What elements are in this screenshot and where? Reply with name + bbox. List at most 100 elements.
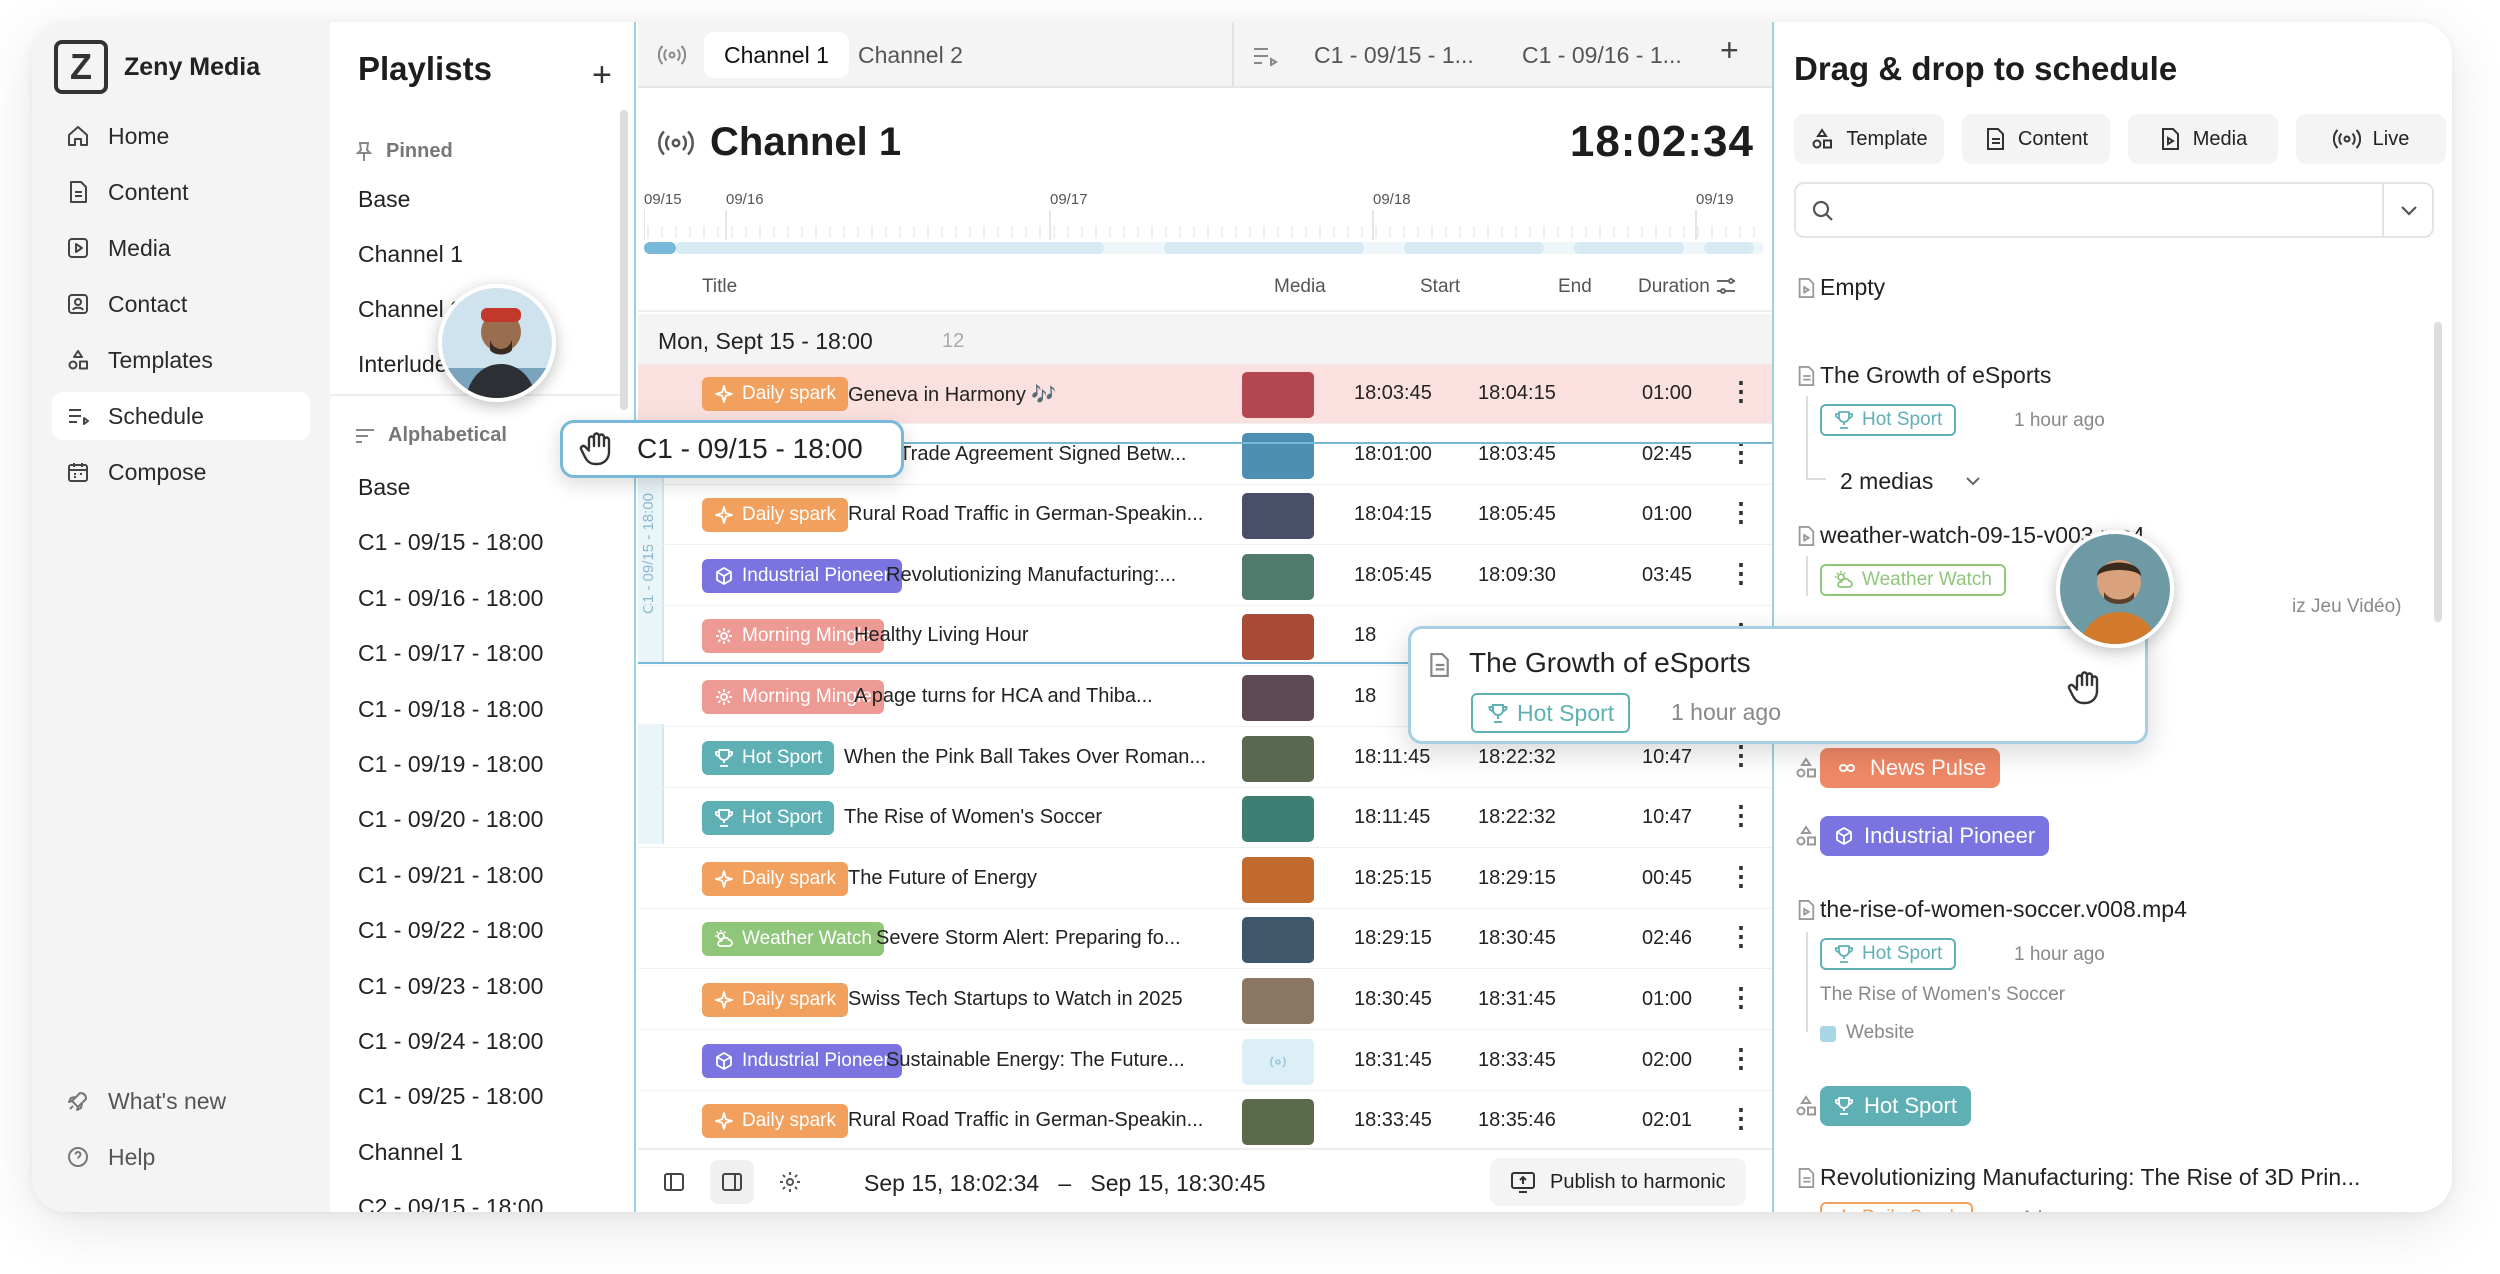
search-field[interactable] bbox=[1794, 182, 2434, 238]
filter-template-button[interactable]: Template bbox=[1794, 114, 1944, 164]
program-tag[interactable]: Industrial Pioneer bbox=[702, 1043, 902, 1078]
playlist-item[interactable]: C1 - 09/16 - 18:00 bbox=[358, 585, 543, 612]
col-duration[interactable]: Duration bbox=[1638, 276, 1710, 298]
media-thumbnail[interactable] bbox=[1242, 493, 1314, 540]
playlist-item[interactable]: C1 - 09/21 - 18:00 bbox=[358, 862, 543, 889]
table-row[interactable]: Industrial Pioneer Sustainable Energy: Th… bbox=[638, 1031, 1772, 1091]
item-industrial-tag[interactable]: Industrial Pioneer bbox=[1820, 816, 2050, 856]
playlist-item[interactable]: Channel 1 bbox=[358, 241, 463, 268]
publish-button[interactable]: Publish to harmonic bbox=[1490, 1158, 1746, 1206]
playlist-item[interactable]: C1 - 09/15 - 18:00 bbox=[358, 529, 543, 556]
media-thumbnail[interactable] bbox=[1242, 856, 1314, 903]
row-more-icon[interactable]: ⋮ bbox=[1728, 800, 1754, 831]
media-thumbnail[interactable] bbox=[1242, 917, 1314, 964]
item-empty[interactable]: Empty bbox=[1820, 274, 1885, 301]
filter-content-button[interactable]: Content bbox=[1962, 114, 2110, 164]
row-more-icon[interactable]: ⋮ bbox=[1728, 558, 1754, 589]
day-group-header[interactable]: Mon, Sept 15 - 18:00 12 bbox=[638, 314, 1772, 364]
dragged-content-card[interactable]: The Growth of eSports Hot Sport 1 hour a… bbox=[1408, 626, 2148, 744]
dragged-playlist-chip[interactable]: C1 - 09/15 - 18:00 bbox=[560, 420, 904, 478]
playlist-item[interactable]: C1 - 09/22 - 18:00 bbox=[358, 917, 543, 944]
program-tag[interactable]: Daily spark bbox=[702, 498, 848, 533]
row-more-icon[interactable]: ⋮ bbox=[1728, 740, 1754, 771]
media-thumbnail[interactable] bbox=[1242, 614, 1314, 661]
program-tag[interactable]: Daily spark bbox=[702, 983, 848, 1017]
row-more-icon[interactable]: ⋮ bbox=[1728, 1103, 1754, 1134]
timeline-segment[interactable] bbox=[676, 242, 1104, 254]
add-tab-button[interactable]: + bbox=[1720, 32, 1739, 69]
row-more-icon[interactable]: ⋮ bbox=[1728, 921, 1754, 952]
tab-channel-1[interactable]: Channel 1 bbox=[704, 32, 849, 78]
settings-gear-button[interactable] bbox=[768, 1160, 812, 1204]
toggle-right-panel-button[interactable] bbox=[710, 1160, 754, 1204]
row-more-icon[interactable]: ⋮ bbox=[1728, 497, 1754, 528]
tab-channel-2[interactable]: Channel 2 bbox=[838, 32, 983, 78]
timeline-segment[interactable] bbox=[1704, 242, 1754, 254]
nav-item-media[interactable]: Media bbox=[52, 224, 310, 272]
playlist-item[interactable]: C1 - 09/25 - 18:00 bbox=[358, 1083, 543, 1110]
item-hot-sport-tag[interactable]: Hot Sport bbox=[1820, 1086, 1971, 1126]
table-row[interactable]: Daily spark Rural Road Traffic in German-… bbox=[638, 485, 1772, 546]
playlist-item[interactable]: C1 - 09/18 - 18:00 bbox=[358, 696, 543, 723]
media-thumbnail[interactable] bbox=[1242, 553, 1314, 600]
playlist-item[interactable]: Base bbox=[358, 474, 410, 501]
col-start[interactable]: Start bbox=[1420, 276, 1460, 298]
media-thumbnail[interactable] bbox=[1242, 372, 1314, 418]
playlists-scrollbar[interactable] bbox=[620, 110, 628, 410]
row-more-icon[interactable]: ⋮ bbox=[1728, 861, 1754, 892]
media-thumbnail[interactable] bbox=[1242, 796, 1314, 843]
row-more-icon[interactable]: ⋮ bbox=[1728, 982, 1754, 1013]
media-thumbnail[interactable] bbox=[1242, 1038, 1314, 1085]
playlist-item[interactable]: C1 - 09/17 - 18:00 bbox=[358, 640, 543, 667]
col-media[interactable]: Media bbox=[1274, 276, 1326, 298]
toggle-left-panel-button[interactable] bbox=[652, 1160, 696, 1204]
program-tag[interactable]: Daily spark bbox=[702, 861, 848, 896]
program-tag[interactable]: Industrial Pioneer bbox=[702, 558, 902, 593]
media-thumbnail[interactable] bbox=[1242, 735, 1314, 782]
item-news-pulse-tag[interactable]: News Pulse bbox=[1820, 748, 2001, 788]
tab-c1-0915[interactable]: C1 - 09/15 - 1... bbox=[1294, 32, 1494, 78]
playlist-item[interactable]: Interlude bbox=[358, 351, 448, 378]
program-tag[interactable]: Hot Sport bbox=[702, 740, 835, 775]
nav-item-what-s-new[interactable]: What's new bbox=[52, 1077, 310, 1125]
nav-item-home[interactable]: Home bbox=[52, 112, 310, 160]
media-thumbnail[interactable] bbox=[1242, 978, 1314, 1024]
filter-media-button[interactable]: Media bbox=[2128, 114, 2278, 164]
item-weather-tag[interactable]: Weather Watch bbox=[1820, 564, 2006, 596]
table-row[interactable]: Daily spark Geneva in Harmony 🎶 18:03:45 18… bbox=[638, 364, 1772, 424]
timeline-segment[interactable] bbox=[1574, 242, 1684, 254]
table-row[interactable]: Weather Watch Severe Storm Alert: Prepari… bbox=[638, 909, 1772, 970]
timeline-segment[interactable] bbox=[1164, 242, 1364, 254]
item-growth-title[interactable]: The Growth of eSports bbox=[1820, 362, 2051, 389]
table-row[interactable]: Daily spark The Future of Energy 18:25:15 1… bbox=[638, 849, 1772, 909]
nav-item-contact[interactable]: Contact bbox=[52, 280, 310, 328]
row-more-icon[interactable]: ⋮ bbox=[1728, 1043, 1754, 1074]
item-women-tag[interactable]: Hot Sport bbox=[1820, 938, 1957, 970]
filter-live-button[interactable]: Live bbox=[2296, 114, 2446, 164]
item-growth-tag[interactable]: Hot Sport bbox=[1820, 404, 1957, 436]
tab-c1-0916[interactable]: C1 - 09/16 - 1... bbox=[1502, 32, 1702, 78]
timeline-segment[interactable] bbox=[1404, 242, 1544, 254]
timeline-scrubber[interactable]: 09/15 09/16 09/17 09/18 09/19 bbox=[644, 184, 1764, 260]
playlist-item[interactable]: C1 - 09/20 - 18:00 bbox=[358, 806, 543, 833]
chevron-down-icon[interactable] bbox=[1964, 474, 1982, 488]
col-end[interactable]: End bbox=[1558, 276, 1592, 298]
program-tag[interactable]: Hot Sport bbox=[702, 801, 835, 836]
program-tag[interactable]: Weather Watch bbox=[702, 922, 884, 957]
nav-item-help[interactable]: Help bbox=[52, 1133, 310, 1181]
item-growth-medias[interactable]: 2 medias bbox=[1840, 468, 1933, 495]
nav-item-content[interactable]: Content bbox=[52, 168, 310, 216]
item-revo-tag[interactable]: Daily Spark bbox=[1820, 1202, 1974, 1212]
media-thumbnail[interactable] bbox=[1242, 675, 1314, 721]
playlist-item[interactable]: Channel 1 bbox=[358, 1139, 463, 1166]
column-settings-icon[interactable] bbox=[1714, 274, 1738, 298]
table-row[interactable]: Daily spark Swiss Tech Startups to Watch … bbox=[638, 970, 1772, 1030]
playlist-item[interactable]: C2 - 09/15 - 18:00 bbox=[358, 1194, 543, 1212]
right-scrollbar[interactable] bbox=[2434, 322, 2442, 622]
row-more-icon[interactable]: ⋮ bbox=[1728, 376, 1754, 407]
table-row[interactable]: Daily spark Rural Road Traffic in German-… bbox=[638, 1091, 1772, 1152]
media-thumbnail[interactable] bbox=[1242, 1099, 1314, 1146]
add-playlist-button[interactable]: + bbox=[592, 56, 612, 95]
program-tag[interactable]: Daily spark bbox=[702, 377, 848, 411]
table-row[interactable]: Industrial Pioneer Revolutionizing Manufa… bbox=[638, 546, 1772, 606]
